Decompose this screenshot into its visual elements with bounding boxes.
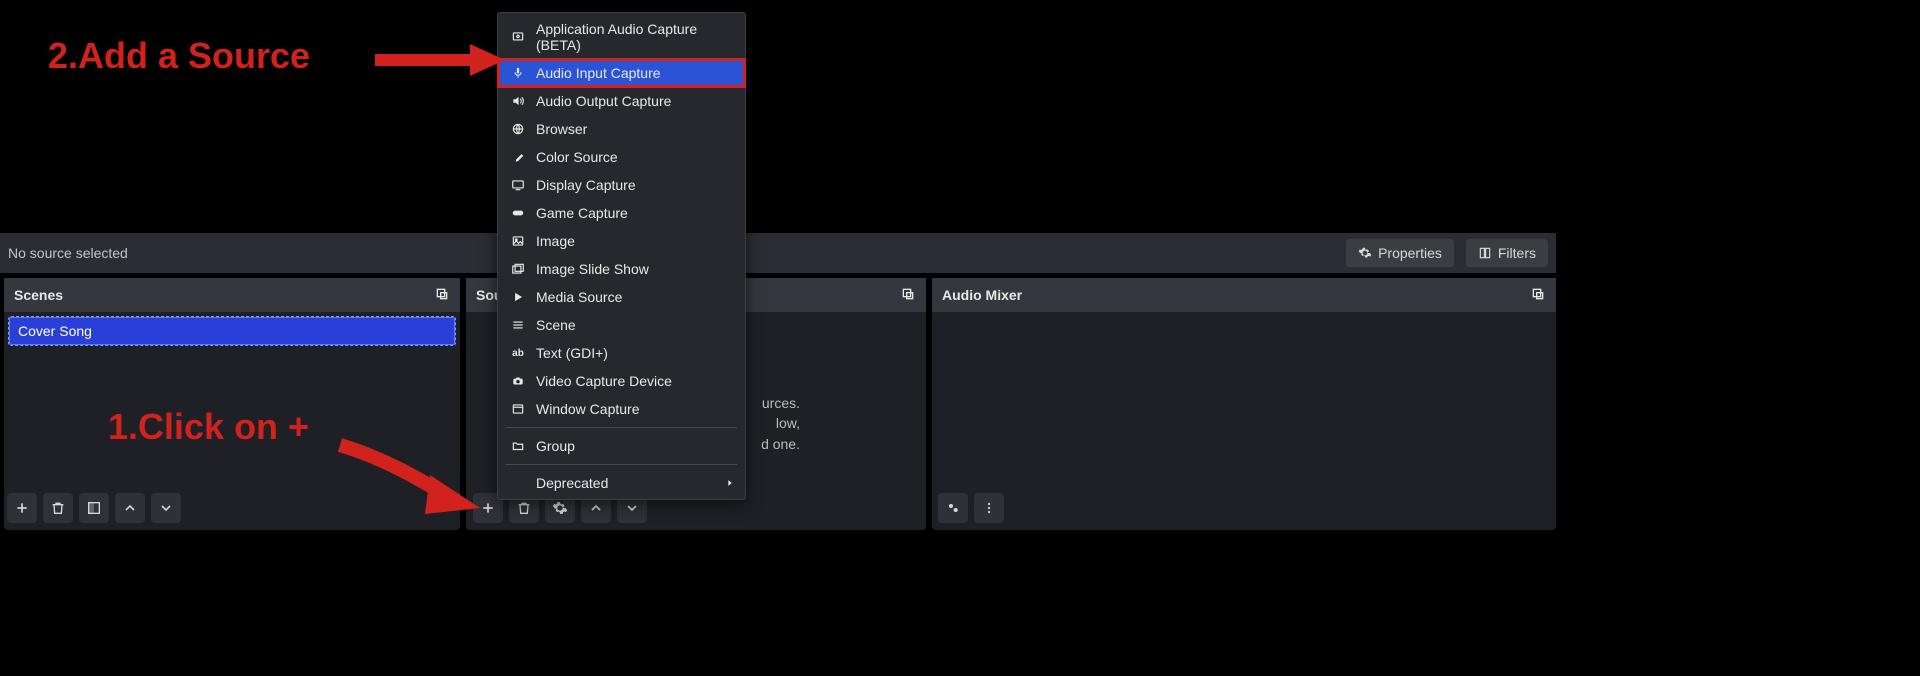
gamepad-icon [510,205,526,221]
menu-item-label: Image Slide Show [536,261,649,277]
menu-item-label: Group [536,438,575,454]
menu-item-label: Window Capture [536,401,640,417]
dock-icon[interactable] [1530,286,1546,305]
dock-icon[interactable] [900,286,916,305]
status-bar: No source selected Properties Filters [0,233,1556,273]
globe-icon [510,121,526,137]
menu-item-video-capture-device[interactable]: Video Capture Device [498,367,745,395]
menu-item-app-audio-capture[interactable]: Application Audio Capture (BETA) [498,15,745,59]
gear-icon [1358,246,1372,260]
play-icon [510,289,526,305]
menu-item-label: Application Audio Capture (BETA) [536,21,733,53]
menu-item-browser[interactable]: Browser [498,115,745,143]
filters-button[interactable]: Filters [1466,239,1548,267]
image-icon [510,233,526,249]
menu-item-deprecated[interactable]: Deprecated [498,469,745,497]
scene-filter-button[interactable] [79,493,109,523]
scenes-toolbar [7,493,181,523]
remove-scene-button[interactable] [43,493,73,523]
menu-item-label: Color Source [536,149,618,165]
menu-item-text-gdi[interactable]: ab Text (GDI+) [498,339,745,367]
menu-item-image-slide-show[interactable]: Image Slide Show [498,255,745,283]
menu-item-color-source[interactable]: Color Source [498,143,745,171]
scenes-panel-header: Scenes [4,278,460,312]
mixer-menu-button[interactable] [974,493,1004,523]
menu-item-label: Scene [536,317,576,333]
mixer-toolbar [938,493,1004,523]
menu-item-game-capture[interactable]: Game Capture [498,199,745,227]
scene-item[interactable]: Cover Song [9,317,455,345]
menu-item-label: Browser [536,121,587,137]
menu-item-label: Image [536,233,575,249]
menu-item-window-capture[interactable]: Window Capture [498,395,745,423]
menu-item-label: Display Capture [536,177,636,193]
scene-item-label: Cover Song [18,323,92,339]
add-scene-button[interactable] [7,493,37,523]
properties-button[interactable]: Properties [1346,239,1454,267]
properties-label: Properties [1378,245,1442,261]
move-scene-down-button[interactable] [151,493,181,523]
display-icon [510,177,526,193]
mic-icon [510,65,526,81]
menu-item-label: Video Capture Device [536,373,672,389]
menu-item-display-capture[interactable]: Display Capture [498,171,745,199]
text-icon: ab [510,345,526,361]
scenes-title: Scenes [14,287,63,303]
menu-item-audio-output-capture[interactable]: Audio Output Capture [498,87,745,115]
menu-item-scene[interactable]: Scene [498,311,745,339]
menu-item-label: Deprecated [536,475,608,491]
menu-item-label: Media Source [536,289,622,305]
window-icon [510,401,526,417]
filters-label: Filters [1498,245,1536,261]
camera-icon [510,373,526,389]
menu-item-label: Audio Output Capture [536,93,671,109]
advanced-audio-button[interactable] [938,493,968,523]
no-source-selected-label: No source selected [8,245,128,261]
scene-icon [510,317,526,333]
menu-item-label: Audio Input Capture [536,65,661,81]
folder-icon [510,438,526,454]
menu-item-label: Game Capture [536,205,628,221]
brush-icon [510,149,526,165]
add-source-context-menu: Application Audio Capture (BETA) Audio I… [497,12,746,500]
menu-separator [506,427,737,428]
speaker-icon [510,93,526,109]
menu-separator [506,464,737,465]
audio-mixer-header: Audio Mixer [932,278,1556,312]
dock-icon[interactable] [434,286,450,305]
move-scene-up-button[interactable] [115,493,145,523]
slideshow-icon [510,261,526,277]
audio-mixer-title: Audio Mixer [942,287,1022,303]
menu-item-media-source[interactable]: Media Source [498,283,745,311]
menu-item-label: Text (GDI+) [536,345,608,361]
app-audio-icon [510,29,526,45]
filters-icon [1478,246,1492,260]
menu-item-group[interactable]: Group [498,432,745,460]
annotation-step-2: 2.Add a Source [48,35,310,77]
menu-item-audio-input-capture[interactable]: Audio Input Capture [498,59,745,87]
audio-mixer-panel: Audio Mixer [932,278,1556,530]
menu-item-image[interactable]: Image [498,227,745,255]
chevron-right-icon [725,475,735,491]
